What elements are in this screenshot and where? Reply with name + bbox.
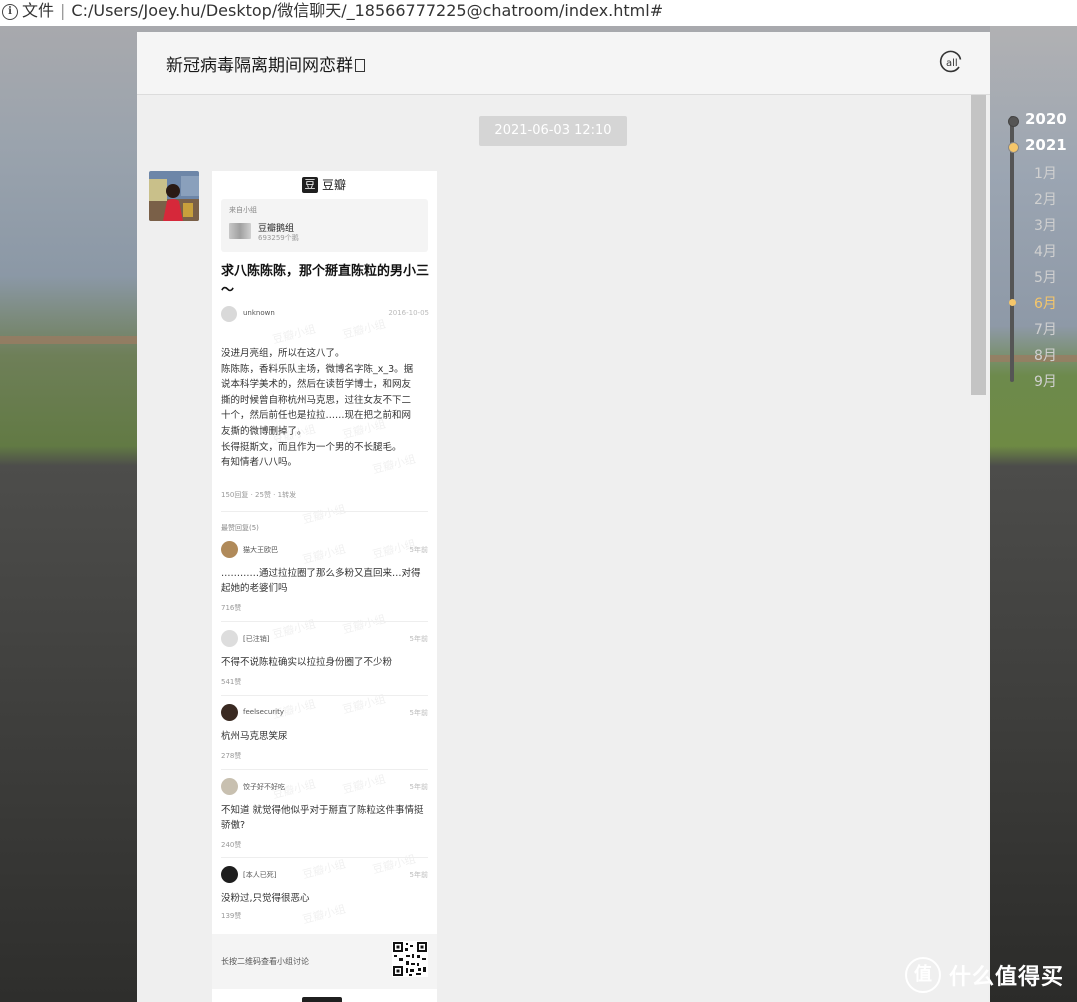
chat-header: 新冠病毒隔离期间网恋群 all (137, 32, 990, 95)
post-body-line: 有知情者八八吗。 (221, 457, 298, 469)
commenter-avatar (221, 541, 238, 558)
chat-window: 新冠病毒隔离期间网恋群 all 2021-06-03 12:10 豆瓣小组 豆瓣… (137, 32, 990, 1002)
post-body-line: 撕的时候曾自称杭州马克思，过往女友不下二 (221, 394, 412, 406)
qr-footer: 长按二维码查看小组讨论 (212, 934, 437, 989)
timeline-month-7[interactable]: 7月 (1034, 319, 1057, 339)
timeline-month-dot (1009, 299, 1016, 306)
info-icon[interactable]: i (2, 3, 18, 20)
scrollbar-thumb[interactable] (971, 95, 986, 395)
comment-time: 5年前 (409, 635, 428, 643)
post-body-line: 陈陈陈，香料乐队主场，微博名字陈_x_3。据 (221, 363, 414, 375)
group-thumbnail (229, 223, 251, 239)
comment-text: 不得不说陈粒确实以拉拉身份圈了不少粉 (221, 657, 393, 668)
timeline-month-6[interactable]: 6月 (1034, 293, 1057, 313)
watermark: 豆瓣小组 (301, 542, 348, 567)
douban-mark-icon: 豆 (302, 176, 318, 193)
commenter-name: 饺子好不好吃 (243, 783, 285, 791)
comment-text: 没粉过,只觉得很恶心 (221, 893, 310, 904)
sender-avatar[interactable] (149, 171, 199, 221)
post-body: 没进月亮组，所以在这八了。 陈陈陈，香料乐队主场，微博名字陈_x_3。据 说本科… (221, 346, 431, 471)
post-body-line: 友撕的微博删掉了。 (221, 425, 307, 437)
commenter-avatar (221, 630, 238, 647)
comment-text: 不知道 就觉得他似乎对于掰直了陈粒这件事情挺骄傲? (221, 805, 424, 831)
at-all-icon[interactable]: all (939, 50, 963, 74)
address-separator: | (60, 1, 66, 20)
group-info-box: 来自小组 豆瓣鹅组 693259个鹅 (221, 199, 428, 252)
comment-text: 杭州马克思笑尿 (221, 731, 288, 742)
divider (221, 857, 428, 858)
comment-time: 5年前 (409, 546, 428, 554)
comment-time: 5年前 (409, 871, 428, 879)
qr-caption: 长按二维码查看小组讨论 (221, 957, 309, 966)
commenter-avatar (221, 704, 238, 721)
timeline-year-dot (1008, 142, 1019, 153)
divider (221, 769, 428, 770)
watermark: 豆瓣小组 (301, 857, 348, 882)
timeline-month-1[interactable]: 1月 (1034, 163, 1057, 183)
timeline-month-4[interactable]: 4月 (1034, 241, 1057, 261)
timeline-year-2021[interactable]: 2021 (1025, 136, 1067, 154)
post-body-line: 十个，然后前任也是拉拉……现在把之前和网 (221, 410, 412, 422)
post-date: 2016-10-05 (388, 309, 429, 317)
qr-code-icon[interactable] (392, 941, 428, 977)
comment-likes: 716赞 (221, 604, 242, 612)
author-avatar (221, 306, 237, 322)
commenter-name: feelsecurity (243, 708, 284, 716)
watermark: 豆瓣小组 (271, 322, 318, 347)
group-members: 693259个鹅 (258, 234, 299, 242)
post-title: 求八陈陈陈，那个掰直陈粒的男小三～ (221, 264, 430, 298)
commenter-name: 猫大王欧巴 (243, 546, 278, 554)
post-body-line: 说本科学美术的，然后在读哲学博士，和网友 (221, 379, 412, 391)
douban-app-name: 豆瓣 (322, 178, 347, 192)
comment-likes: 139赞 (221, 912, 242, 920)
comment-text: …………通过拉拉圈了那么多粉又直回来…对得起她的老婆们吗 (221, 568, 421, 594)
date-timeline: 2020 2021 1月 2月 3月 4月 5月 6月 7月 8月 9月 (1000, 108, 1077, 398)
message-timestamp: 2021-06-03 12:10 (479, 116, 627, 146)
commenter-name: [已注销] (243, 635, 270, 643)
comment-likes: 541赞 (221, 678, 242, 686)
timeline-year-2020[interactable]: 2020 (1025, 110, 1067, 128)
timeline-track (1010, 116, 1014, 382)
background-stripe (0, 336, 137, 344)
watermark: 豆瓣小组 (301, 502, 348, 527)
svg-text:all: all (946, 58, 958, 69)
chat-title: 新冠病毒隔离期间网恋群 (166, 51, 365, 76)
douban-logo-next (302, 997, 342, 1002)
from-group-label: 来自小组 (229, 206, 257, 214)
post-body-line: 没进月亮组，所以在这八了。 (221, 348, 345, 359)
hot-replies-label: 最赞回复(5) (221, 524, 259, 532)
commenter-avatar (221, 866, 238, 883)
timeline-year-dot (1008, 116, 1019, 127)
zhidemai-icon: 值 (905, 957, 941, 993)
comment-likes: 278赞 (221, 752, 242, 760)
site-watermark: 值 什么值得买 (905, 955, 1064, 995)
watermark: 豆瓣小组 (341, 612, 388, 637)
timeline-month-2[interactable]: 2月 (1034, 189, 1057, 209)
commenter-name: [本人已死] (243, 871, 277, 879)
divider (221, 621, 428, 622)
comment-likes: 240赞 (221, 841, 242, 849)
timeline-month-8[interactable]: 8月 (1034, 345, 1057, 365)
watermark: 豆瓣小组 (341, 772, 388, 797)
commenter-avatar (221, 778, 238, 795)
zhidemai-text: 什么值得买 (949, 965, 1065, 990)
comment-time: 5年前 (409, 709, 428, 717)
shared-image-message[interactable]: 豆瓣小组 豆瓣小组 豆瓣小组 豆瓣小组 豆瓣小组 豆瓣小组 豆瓣小组 豆瓣小组 … (212, 171, 437, 1002)
douban-logo: 豆 豆瓣 (302, 176, 346, 193)
post-author-row: unknown 2016-10-05 (221, 306, 429, 322)
watermark: 豆瓣小组 (271, 617, 318, 642)
timeline-month-9[interactable]: 9月 (1034, 371, 1057, 391)
timeline-month-5[interactable]: 5月 (1034, 267, 1057, 287)
post-body-line: 长得挺斯文，而且作为一个男的不长腿毛。 (221, 441, 402, 453)
comment-time: 5年前 (409, 783, 428, 791)
timeline-month-3[interactable]: 3月 (1034, 215, 1057, 235)
url-text[interactable]: C:/Users/Joey.hu/Desktop/微信聊天/_185667772… (71, 1, 663, 20)
post-stats: 150回复 · 25赞 · 1转发 (221, 491, 297, 499)
author-name: unknown (243, 309, 275, 317)
divider (221, 511, 428, 512)
divider (221, 695, 428, 696)
scheme-label: 文件 (22, 1, 55, 20)
browser-address-bar[interactable]: i 文件 | C:/Users/Joey.hu/Desktop/微信聊天/_18566… (0, 0, 1077, 27)
